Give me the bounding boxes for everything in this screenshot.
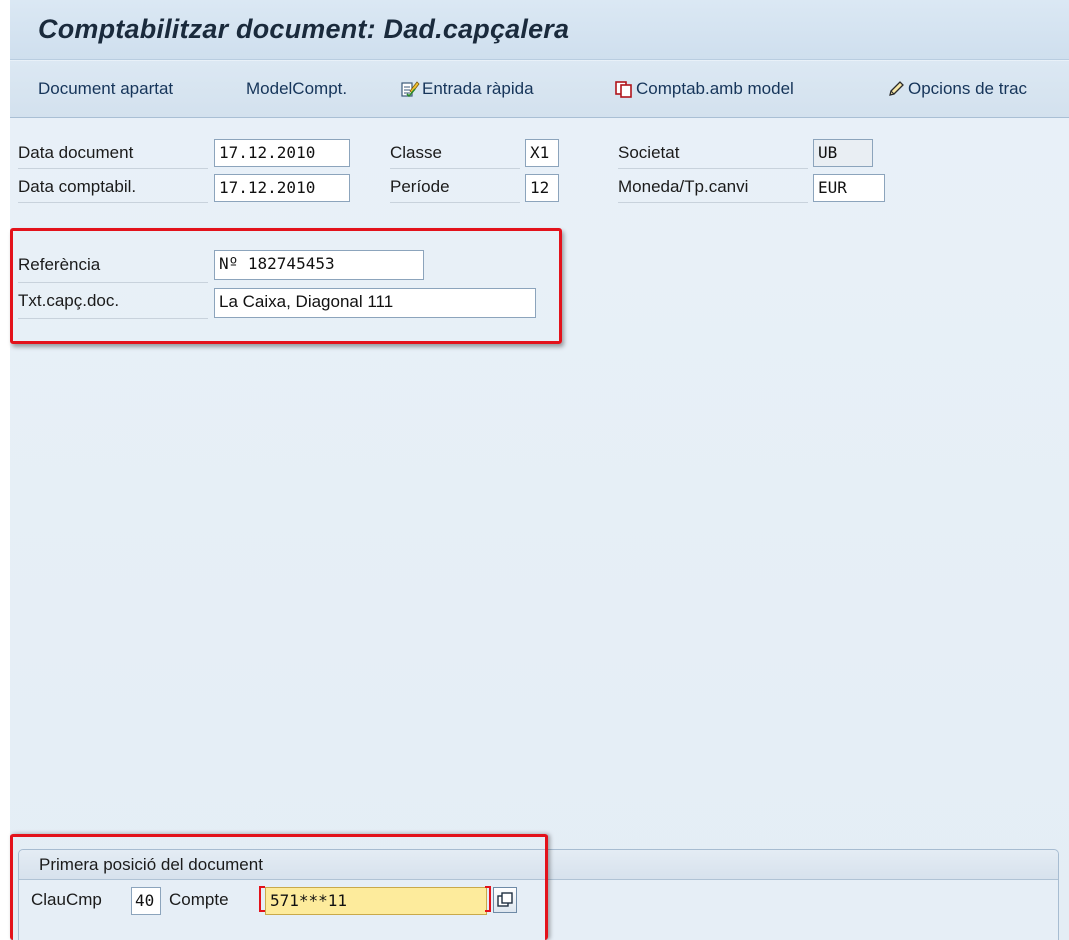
comptab-amb-model-button[interactable]: Comptab.amb model xyxy=(614,79,794,99)
moneda-label: Moneda/Tp.canvi xyxy=(618,177,808,203)
societat-field: UB xyxy=(813,139,873,167)
periode-field[interactable]: 12 xyxy=(525,174,559,202)
classe-field[interactable]: X1 xyxy=(525,139,559,167)
comptab-amb-model-label: Comptab.amb model xyxy=(636,79,794,98)
data-document-field[interactable]: 17.12.2010 xyxy=(214,139,350,167)
header-data-area: Data document 17.12.2010 Classe X1 Socie… xyxy=(10,119,1069,940)
periode-label: Període xyxy=(390,177,520,203)
modelcompt-label: ModelCompt. xyxy=(246,79,348,98)
highlight-box-reference xyxy=(10,228,562,344)
highlight-box-first-item xyxy=(10,834,548,940)
page-title: Comptabilitzar document: Dad.capçalera xyxy=(38,14,570,44)
moneda-field[interactable]: EUR xyxy=(813,174,885,202)
application-toolbar: Document apartat ModelCompt. Entrada ràp… xyxy=(10,61,1069,118)
document-apartat-label: Document apartat xyxy=(38,79,174,98)
data-document-label: Data document xyxy=(18,143,208,169)
data-comptabil-label: Data comptabil. xyxy=(18,177,208,203)
document-apartat-button[interactable]: Document apartat xyxy=(38,79,173,99)
sap-screen: Comptabilitzar document: Dad.capçalera D… xyxy=(10,0,1069,940)
edit-list-icon xyxy=(400,79,420,99)
copy-icon xyxy=(614,79,634,99)
pencil-icon xyxy=(886,79,906,99)
modelcompt-button[interactable]: ModelCompt. xyxy=(246,79,347,99)
opcions-de-tractament-button[interactable]: Opcions de trac xyxy=(886,79,1027,99)
entrada-rapida-label: Entrada ràpida xyxy=(422,79,534,98)
title-bar: Comptabilitzar document: Dad.capçalera xyxy=(10,0,1069,60)
opcions-de-tractament-label: Opcions de trac xyxy=(908,79,1028,98)
classe-label: Classe xyxy=(390,143,520,169)
societat-label: Societat xyxy=(618,143,808,169)
data-comptabil-field[interactable]: 17.12.2010 xyxy=(214,174,350,202)
entrada-rapida-button[interactable]: Entrada ràpida xyxy=(400,79,534,99)
